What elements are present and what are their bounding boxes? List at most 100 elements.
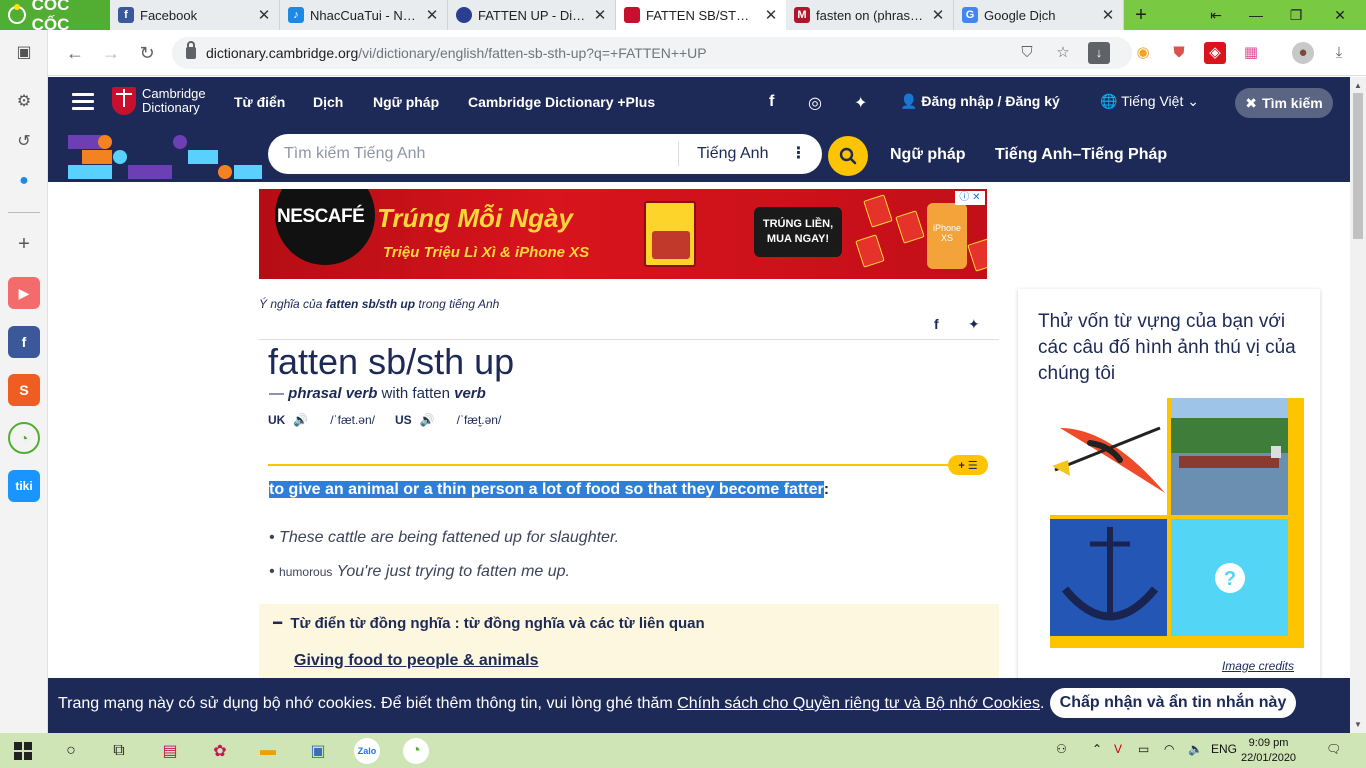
shopee-app-icon[interactable]: S [8,374,40,406]
show-hidden-icons-chevron-icon[interactable]: ⌃ [1092,742,1102,756]
nescafe-ad-banner[interactable]: NESCAFÉ Trúng Mỗi Ngày Triệu Triệu Lì Xì… [259,189,987,279]
reload-button[interactable]: ↻ [134,40,160,66]
nav-grammar[interactable]: Ngữ pháp [373,94,439,110]
tab-list-icon[interactable]: ⇤ [1196,0,1236,30]
close-tab-icon[interactable]: ✕ [425,6,439,24]
extension-chrome-icon[interactable]: ◉ [1132,42,1154,64]
thesaurus-link[interactable]: Giving food to people & animals [294,652,538,670]
youtube-app-icon[interactable]: ▶ [8,277,40,309]
cambridge-logo[interactable]: Cambridge Dictionary [112,87,206,115]
wifi-icon[interactable]: ◠ [1164,742,1174,756]
adblock-shield-icon[interactable]: ⛊ [1168,42,1190,64]
search-input[interactable] [268,134,676,174]
quiz-title[interactable]: Thử vốn từ vựng của bạn với các câu đố h… [1038,309,1304,387]
settings-gear-icon[interactable]: ⚙ [10,87,38,115]
privacy-policy-link[interactable]: Chính sách cho Quyền riêng tư và Bộ nhớ … [677,695,1040,712]
english-french-link[interactable]: Tiếng Anh–Tiếng Pháp [995,146,1167,164]
nav-dictionary-plus[interactable]: Cambridge Dictionary +Plus [468,94,655,110]
add-to-list-button[interactable]: + ☰ [948,455,988,475]
notifications-icon[interactable]: 🗨 [1326,742,1341,756]
quiz-image-grid[interactable]: ? [1044,392,1304,648]
login-link[interactable]: 👤 Đăng nhập / Đăng ký [900,93,1060,110]
tab-fatten-sb-sth-up[interactable]: FATTEN SB/STH UP | t ✕ [616,0,786,30]
unikey-v-icon[interactable]: V [1114,742,1122,756]
url-field[interactable]: dictionary.cambridge.org/vi/dictionary/e… [172,37,1132,69]
share-facebook-icon[interactable]: f [934,316,939,332]
facebook-icon[interactable]: f [769,93,774,111]
people-icon[interactable]: ⚇ [1056,742,1067,756]
close-tab-icon[interactable]: ✕ [593,6,607,24]
maximize-button[interactable]: ❐ [1276,0,1316,30]
zalo-app-icon[interactable]: Zalo [354,738,380,764]
facebook-app-icon[interactable]: f [8,326,40,358]
battery-icon[interactable]: ▭ [1138,742,1149,756]
twitter-icon[interactable]: ✦ [854,93,867,113]
adchoices-icon[interactable]: ⓘ ✕ [955,191,985,205]
volume-icon[interactable]: 🔈 [1188,742,1203,756]
scroll-up-arrow-icon[interactable]: ▲ [1354,81,1362,90]
file-explorer-icon[interactable]: ▬ [255,738,281,764]
system-clock[interactable]: 9:09 pm 22/01/2020 [1241,736,1296,766]
grammar-link[interactable]: Ngữ pháp [890,146,966,164]
nav-translate[interactable]: Dịch [313,94,343,110]
minimize-button[interactable]: — [1236,0,1276,30]
bookmark-star-icon[interactable]: ☆ [1052,42,1074,64]
tab-fatten-up[interactable]: FATTEN UP - Did you ✕ [448,0,616,30]
network-app-icon[interactable]: ✿ [207,738,233,764]
browser-brand[interactable]: CỐC CỐC [0,0,110,34]
kayak-image[interactable] [1050,398,1167,515]
tab-google-dich[interactable]: G Google Dịch ✕ [954,0,1124,30]
messenger-icon[interactable]: ● [10,167,38,195]
close-tab-icon[interactable]: ✕ [764,6,778,24]
add-app-icon[interactable]: + [10,230,38,258]
scrollbar-thumb[interactable] [1353,93,1363,239]
barge-image[interactable] [1171,398,1288,515]
forward-button[interactable]: → [98,40,124,66]
accept-cookies-button[interactable]: Chấp nhận và ẩn tin nhắn này [1050,688,1296,718]
back-button[interactable]: ← [62,40,88,66]
extension-red-icon[interactable]: ◈ [1204,42,1226,64]
definition-text[interactable]: to give an animal or a thin person a lot… [269,481,824,498]
hamburger-menu-icon[interactable] [72,93,94,111]
history-icon[interactable]: ↺ [10,127,38,155]
profile-avatar-icon[interactable]: ● [1292,42,1314,64]
tab-fasten-on[interactable]: M fasten on (phrasal ve ✕ [786,0,954,30]
coccoc-app-icon[interactable]: ◔ [8,422,40,454]
input-language[interactable]: ENG [1211,742,1237,756]
extension-colorful-icon[interactable]: ▦ [1240,42,1262,64]
anchor-image[interactable] [1050,519,1167,636]
image-credits-link[interactable]: Image credits [1222,659,1294,673]
tab-nhaccuatui[interactable]: ♪ NhacCuaTui - Nghe n ✕ [280,0,448,30]
sidebar-toggle-icon[interactable]: ▣ [10,38,38,66]
page-scrollbar[interactable]: ▲ ▼ [1350,77,1366,733]
search-toggle-button[interactable]: ✖ Tìm kiếm [1235,88,1333,118]
quiz-unknown-tile[interactable]: ? [1171,519,1288,636]
savefrom-download-icon[interactable]: ↓ [1088,42,1110,64]
new-tab-button[interactable]: + [1128,3,1154,27]
uk-audio-speaker-icon[interactable]: 🔊 [293,413,308,427]
paint-app-icon[interactable]: ▤ [157,738,183,764]
task-view-icon[interactable]: ⧉ [106,738,132,764]
close-tab-icon[interactable]: ✕ [1101,6,1115,24]
close-window-button[interactable]: ✕ [1320,0,1360,30]
close-tab-icon[interactable]: ✕ [931,6,945,24]
coccoc-taskbar-icon[interactable]: ◔ [403,738,429,764]
tiki-app-icon[interactable]: tiki [8,470,40,502]
windows-start-icon[interactable] [10,738,36,764]
instagram-icon[interactable]: ◎ [808,93,822,113]
share-twitter-icon[interactable]: ✦ [968,316,980,333]
scroll-down-arrow-icon[interactable]: ▼ [1354,720,1362,729]
search-circle-icon[interactable]: ○ [58,738,84,764]
us-audio-speaker-icon[interactable]: 🔊 [420,413,435,427]
pos-base[interactable]: verb [454,385,486,402]
tab-facebook[interactable]: f Facebook ✕ [110,0,280,30]
calculator-app-icon[interactable]: ▣ [305,738,331,764]
downloads-icon[interactable]: ⤓ [1328,42,1350,64]
language-selector[interactable]: 🌐 Tiếng Việt ⌄ [1100,93,1199,110]
search-language-selector[interactable]: Tiếng Anh ⋮ [678,142,806,166]
close-tab-icon[interactable]: ✕ [257,6,271,24]
thesaurus-title[interactable]: ━ Từ điển từ đồng nghĩa : từ đồng nghĩa … [273,614,705,632]
search-button[interactable] [828,136,868,176]
nav-dictionary[interactable]: Từ điển [234,94,285,110]
shield-icon[interactable]: ⛉ [1016,42,1038,64]
